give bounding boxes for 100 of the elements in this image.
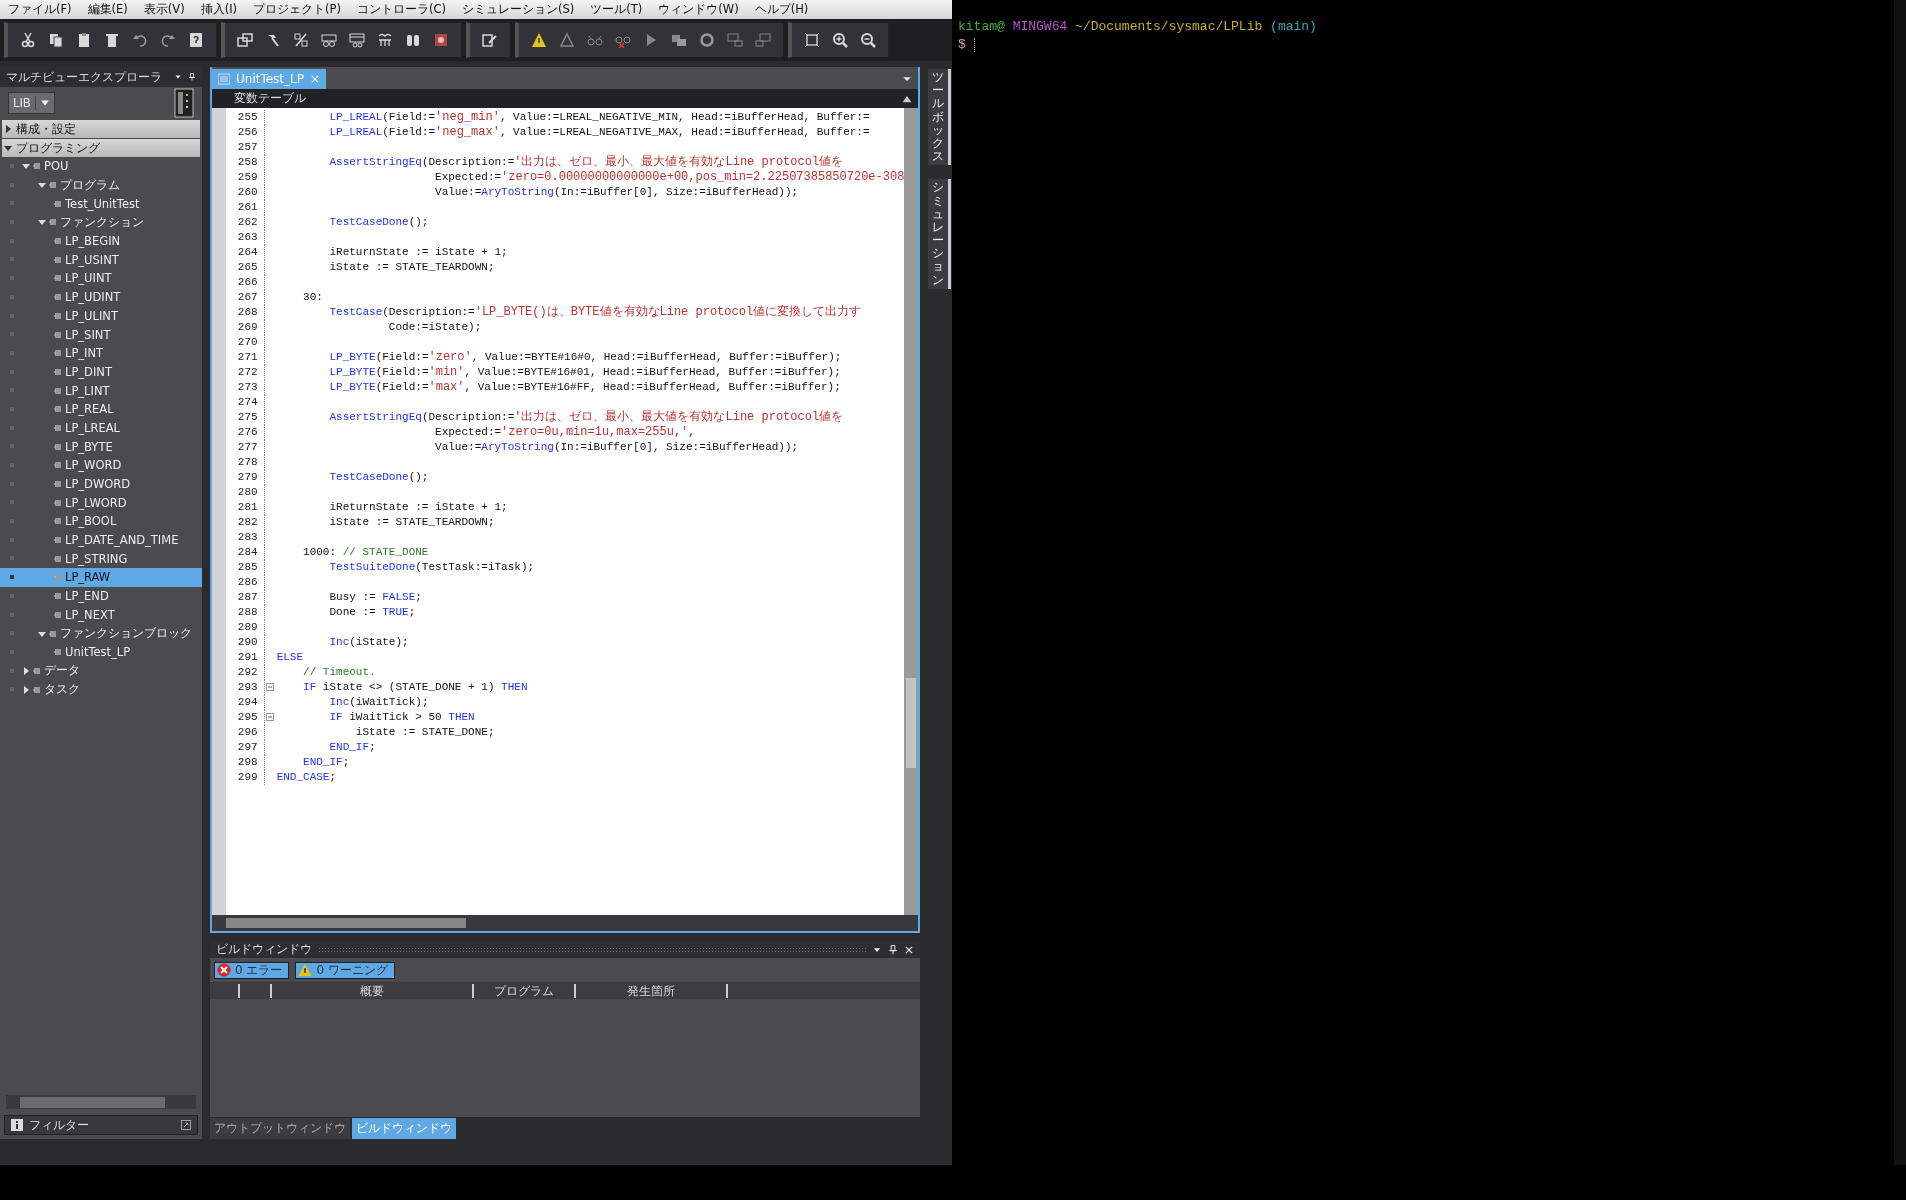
zoom-out-icon[interactable] xyxy=(860,32,876,48)
undo-icon[interactable] xyxy=(132,32,148,48)
menu-item[interactable]: 編集(E) xyxy=(79,2,136,17)
code-line: Expected:='zero=0.00000000000000e+00,pos_min=2.22507385850720e-308 xyxy=(434,170,905,185)
tree-item[interactable]: ファンクションブロック xyxy=(0,624,202,643)
menu-item[interactable]: プロジェクト(P) xyxy=(245,2,349,17)
expand-arrow-icon[interactable] xyxy=(38,181,46,190)
node-icon xyxy=(54,536,62,545)
tree-item[interactable]: LP_STRING xyxy=(0,549,202,569)
refresh-icon[interactable] xyxy=(699,32,715,48)
tree-item[interactable]: LP_DATE_AND_TIME xyxy=(0,530,202,550)
side-tab[interactable]: ツールボックス xyxy=(928,69,951,166)
code-line: LP_LREAL(Field:='neg_max', Value:=LREAL_NEGATIVE_MAX, Head:=iBufferHead, Buffer:= xyxy=(328,125,870,140)
tree-item[interactable]: LP_INT xyxy=(0,343,202,363)
tree-item[interactable]: LP_SINT xyxy=(0,325,202,344)
section-header[interactable]: プログラミング xyxy=(2,139,200,157)
menu-item[interactable]: ファイル(F) xyxy=(0,2,80,17)
tree-item[interactable]: タスク xyxy=(0,680,202,699)
close-icon[interactable] xyxy=(904,944,914,955)
tree-item[interactable]: LP_WORD xyxy=(0,456,202,475)
binoculars-icon[interactable] xyxy=(405,32,421,48)
node-icon xyxy=(54,349,62,358)
tree-item[interactable]: UnitTest_LP xyxy=(0,642,202,662)
pin-icon[interactable] xyxy=(181,1120,191,1130)
monitor-icon[interactable] xyxy=(755,32,771,48)
tree-item[interactable]: LP_END xyxy=(0,586,202,606)
expand-arrow-icon[interactable] xyxy=(4,144,12,152)
column-header: 概要 xyxy=(272,983,474,998)
section-header[interactable]: 変数テーブル xyxy=(234,91,306,106)
tree-item[interactable]: LP_NEXT xyxy=(0,605,202,625)
shield-icon[interactable] xyxy=(433,32,449,48)
tree-item[interactable]: プログラム xyxy=(0,175,202,195)
menu-item[interactable]: 表示(V) xyxy=(135,2,193,17)
clipboard-icon[interactable] xyxy=(76,32,92,48)
network-icon[interactable] xyxy=(377,32,393,48)
tree-item[interactable]: LP_UINT xyxy=(0,269,202,288)
filter-button[interactable]: 0 エラー xyxy=(214,961,290,979)
tree-item[interactable]: データ xyxy=(0,661,202,681)
monitor-icon[interactable] xyxy=(727,32,743,48)
expand-arrow-icon[interactable] xyxy=(22,162,30,171)
tree-item[interactable]: Test_UnitTest xyxy=(0,194,202,214)
tree-item[interactable]: LP_UDINT xyxy=(0,287,202,307)
expand-arrow-icon[interactable] xyxy=(38,218,46,227)
code-line: AssertStringEq(Description:='出力は、ゼロ、最小、最大値を有効なLine protocol値を xyxy=(328,155,844,170)
tree-item[interactable]: POU xyxy=(0,157,202,176)
node-icon xyxy=(54,274,62,283)
tree-item[interactable]: LP_LREAL xyxy=(0,418,202,438)
collapse-icon[interactable] xyxy=(265,683,274,691)
tree-item[interactable]: ファンクション xyxy=(0,213,202,232)
tree-item[interactable]: LP_ULINT xyxy=(0,306,202,326)
tree-item[interactable]: LP_DINT xyxy=(0,362,202,382)
menu-item[interactable]: コントローラ(C) xyxy=(349,2,454,17)
glasses-icon[interactable] xyxy=(321,32,337,48)
windows-icon[interactable] xyxy=(237,32,253,48)
device-dropdown[interactable]: LIB xyxy=(8,92,55,114)
section-header[interactable]: 構成・設定 xyxy=(2,120,200,138)
side-tab[interactable]: シミュレーション xyxy=(928,179,951,289)
tree-item[interactable]: LP_LINT xyxy=(0,381,202,400)
tree-item[interactable]: LP_BYTE xyxy=(0,437,202,456)
tree-item[interactable]: LP_BEGIN xyxy=(0,231,202,251)
tree-item[interactable]: LP_LWORD xyxy=(0,493,202,513)
expand-arrow-icon[interactable] xyxy=(38,629,46,638)
menu-item[interactable]: ツール(T) xyxy=(582,2,651,17)
expand-arrow-icon[interactable] xyxy=(4,125,12,133)
tree-item[interactable]: LP_RAW xyxy=(0,568,202,587)
expand-arrow-icon[interactable] xyxy=(22,666,30,675)
scissors-icon[interactable] xyxy=(20,32,36,48)
menu-item[interactable]: ヘルプ(H) xyxy=(746,2,817,17)
triangle-icon[interactable] xyxy=(559,32,575,48)
filter-button[interactable]: 0 ワーニング xyxy=(295,961,395,979)
tree-item[interactable]: LP_DWORD xyxy=(0,474,202,494)
code-line: LP_LREAL(Field:='neg_min', Value:=LREAL_NEGATIVE_MIN, Head:=iBufferHead, Buffer:= xyxy=(328,110,870,125)
tree-item[interactable]: LP_BOOL xyxy=(0,512,202,531)
folder-icon xyxy=(49,629,57,638)
node-icon xyxy=(54,255,62,264)
expand-arrow-icon[interactable] xyxy=(22,685,30,694)
edit-icon[interactable] xyxy=(482,32,498,48)
controller-icon[interactable] xyxy=(174,88,194,118)
fit-icon[interactable] xyxy=(804,32,820,48)
stack-icon[interactable] xyxy=(671,32,687,48)
help-icon[interactable] xyxy=(188,32,204,48)
menu-item[interactable]: 挿入(I) xyxy=(192,2,246,17)
copy-icon[interactable] xyxy=(48,32,64,48)
horizontal-scrollbar[interactable] xyxy=(6,1095,196,1109)
tree-item[interactable]: LP_USINT xyxy=(0,250,202,270)
zoom-in-icon[interactable] xyxy=(832,32,848,48)
menu-item[interactable]: シミュレーション(S) xyxy=(454,2,583,17)
warning-icon[interactable] xyxy=(531,32,547,48)
compare-icon[interactable] xyxy=(293,32,309,48)
menu-item[interactable]: ウィンドウ(W) xyxy=(650,2,747,17)
pin-icon[interactable] xyxy=(188,72,196,82)
trash-icon[interactable] xyxy=(104,32,120,48)
vertical-scrollbar[interactable] xyxy=(904,108,918,915)
redo-icon[interactable] xyxy=(160,32,176,48)
tree-item[interactable]: LP_REAL xyxy=(0,399,202,419)
collapse-icon[interactable] xyxy=(265,713,274,721)
caret-icon xyxy=(39,98,50,108)
panel-tab[interactable]: アウトプットウィンドウ xyxy=(210,1118,350,1139)
pin-icon[interactable] xyxy=(888,944,898,955)
table-icon[interactable] xyxy=(349,32,365,48)
